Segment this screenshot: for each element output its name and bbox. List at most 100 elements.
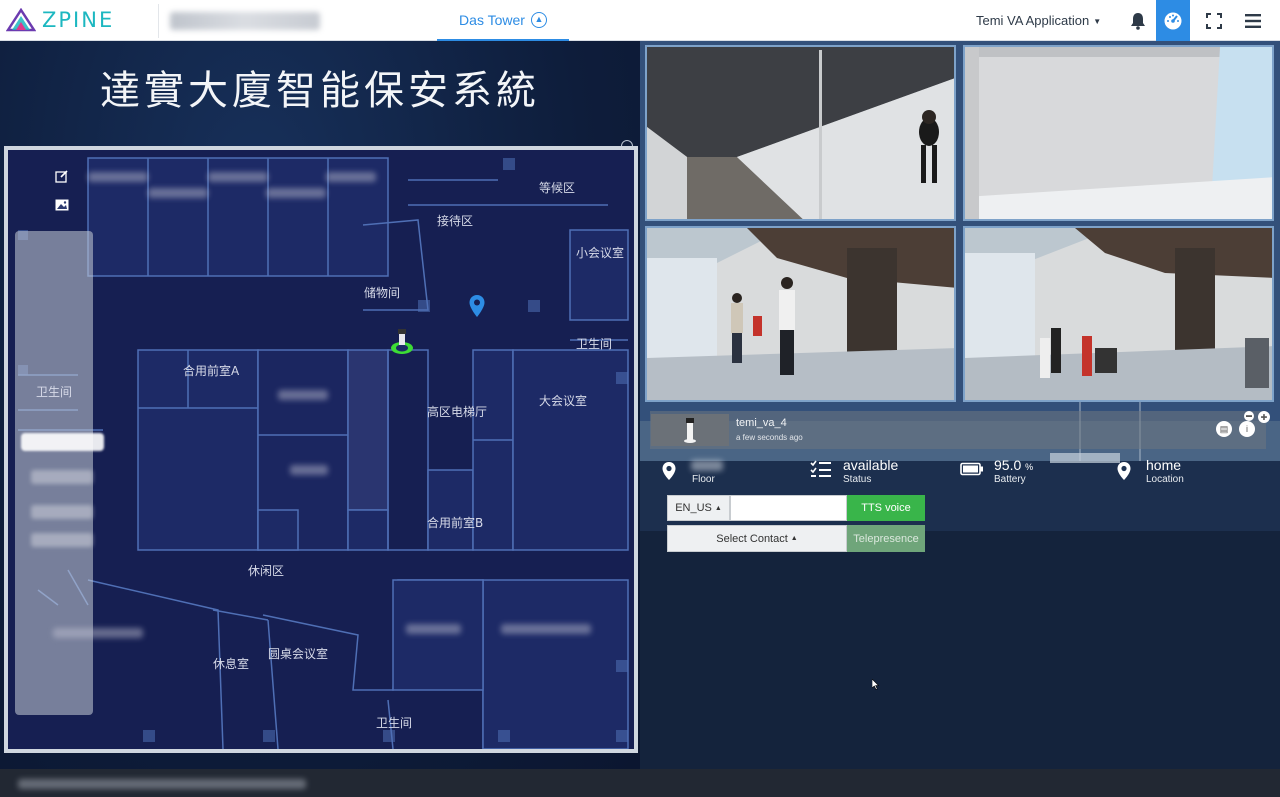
language-dropdown-label: EN_US (675, 502, 712, 514)
redacted-room-label (290, 465, 328, 475)
checklist-icon (810, 460, 831, 477)
floor-label: Floor (692, 474, 715, 485)
redacted-room-label (266, 188, 326, 198)
mouse-cursor-icon (872, 679, 880, 690)
location-pin-icon[interactable] (468, 294, 486, 318)
location-icon (1117, 462, 1131, 480)
tts-voice-button[interactable]: TTS voice (847, 495, 925, 521)
location-value: home (1146, 457, 1182, 473)
robot-name: temi_va_4 (736, 417, 787, 429)
page-title: 達實大廈智能保安系統 (100, 68, 540, 114)
battery-label: Battery (994, 474, 1026, 485)
move-icon: ✚ (1260, 412, 1268, 422)
caret-up-icon: ▲ (790, 535, 798, 542)
map-label-waiting-area: 等候区 (539, 181, 576, 195)
move-button[interactable]: ✚ (1258, 411, 1270, 423)
status-label: Status (843, 474, 872, 485)
robot-thumbnail (651, 414, 729, 446)
map-label-reception: 接待区 (437, 214, 474, 228)
redacted-floor-value (691, 460, 723, 471)
map-label-meeting-room-a: 合用前室A (183, 364, 240, 378)
map-label-restroom-bottom: 卫生间 (376, 716, 413, 730)
floor-map[interactable]: 等候区 接待区 小会议室 储物间 卫生间 卫生间 合用前室A 高区电梯厅 大会议… (4, 146, 638, 753)
map-label-large-meeting: 大会议室 (539, 394, 588, 408)
zpine-logo-icon (6, 8, 36, 32)
chart-icon: ▤ (1219, 423, 1229, 434)
lobby-wall-camera-image (965, 47, 1272, 219)
chevron-up-icon: ▲ (530, 11, 547, 28)
temi-robot-icon (684, 418, 696, 443)
hamburger-menu-icon (1245, 13, 1261, 28)
select-contact-label: Select Contact (716, 532, 788, 545)
battery-number: 95.0 (994, 457, 1022, 473)
atrium-camera-image-1 (647, 228, 954, 400)
map-label-restroom-left: 卫生间 (36, 385, 73, 399)
floor-selector-item[interactable] (31, 505, 93, 519)
edit-icon (55, 170, 68, 183)
redacted-header-text (170, 12, 320, 30)
redacted-room-label (406, 624, 461, 634)
minimize-button[interactable]: ▬ (1244, 411, 1254, 421)
redacted-room-label (208, 172, 268, 182)
caret-up-icon: ▲ (714, 504, 722, 512)
redacted-room-label (326, 172, 376, 182)
battery-icon (960, 462, 983, 476)
fullscreen-button[interactable] (1197, 0, 1231, 41)
floor-selector-item-active[interactable] (21, 433, 104, 451)
app-selector[interactable]: Temi VA Application ▼ (976, 13, 1101, 28)
camera-feed-3[interactable] (645, 226, 956, 402)
floor-pin-icon (662, 462, 676, 480)
map-label-restroom-right: 卫生间 (576, 337, 613, 351)
map-image-button[interactable] (52, 195, 72, 215)
floor-selector-item[interactable] (31, 470, 93, 484)
camera-feed-4[interactable] (963, 226, 1274, 402)
battery-unit: % (1025, 462, 1034, 472)
dashboard-button[interactable] (1156, 0, 1190, 41)
atrium-camera-image-2 (965, 228, 1272, 400)
fullscreen-icon (1206, 12, 1222, 29)
telepresence-button[interactable]: Telepresence (847, 525, 925, 552)
redacted-room-label (501, 624, 591, 634)
battery-value: 95.0 % (994, 457, 1033, 473)
info-icon: i (1246, 424, 1248, 434)
redacted-room-label (148, 188, 208, 198)
bell-icon (1131, 12, 1145, 30)
corridor-camera-image (647, 47, 954, 219)
caret-down-icon: ▼ (1093, 17, 1102, 27)
floor-selector-item[interactable] (31, 533, 93, 547)
app-selector-label: Temi VA Application (976, 13, 1090, 28)
menu-button[interactable] (1236, 0, 1270, 41)
camera-feed-1[interactable] (645, 45, 956, 221)
logo[interactable]: ZPINE (6, 8, 114, 32)
info-button[interactable]: i (1239, 421, 1255, 437)
logo-text: ZPINE (42, 8, 115, 32)
language-dropdown[interactable]: EN_US ▲ (667, 495, 730, 521)
chart-button[interactable]: ▤ (1216, 421, 1232, 437)
tab-das-tower-label: Das Tower (459, 11, 525, 28)
robot-marker-icon[interactable] (388, 327, 416, 357)
top-bar: ZPINE Das Tower ▲ Temi VA Application ▼ (0, 0, 1280, 41)
map-label-lounge: 休闲区 (248, 564, 285, 578)
select-contact-dropdown[interactable]: Select Contact ▲ (667, 525, 847, 552)
redacted-room-label (278, 390, 328, 400)
map-label-storage: 储物间 (364, 286, 401, 300)
map-label-round-table: 圆桌会议室 (268, 647, 329, 661)
tab-das-tower[interactable]: Das Tower ▲ (437, 0, 569, 41)
robot-last-seen: a few seconds ago (736, 433, 803, 442)
camera-feed-2[interactable] (963, 45, 1274, 221)
edit-map-button[interactable] (52, 166, 72, 186)
header-divider (158, 4, 159, 38)
map-label-meeting-room-b: 合用前室B (427, 516, 484, 530)
map-label-small-meeting: 小会议室 (576, 246, 625, 260)
redacted-room-label (53, 628, 143, 638)
status-value: available (843, 457, 899, 473)
tts-text-input[interactable] (730, 495, 847, 521)
notification-button[interactable] (1121, 0, 1155, 41)
redacted-room-label (88, 172, 148, 182)
image-icon (55, 199, 69, 211)
map-label-elevator-hall: 高区电梯厅 (427, 405, 488, 419)
location-label: Location (1146, 474, 1184, 485)
redacted-footer-text (18, 779, 306, 789)
map-label-rest-room: 休息室 (213, 657, 250, 671)
minimize-icon: ▬ (1246, 413, 1252, 419)
